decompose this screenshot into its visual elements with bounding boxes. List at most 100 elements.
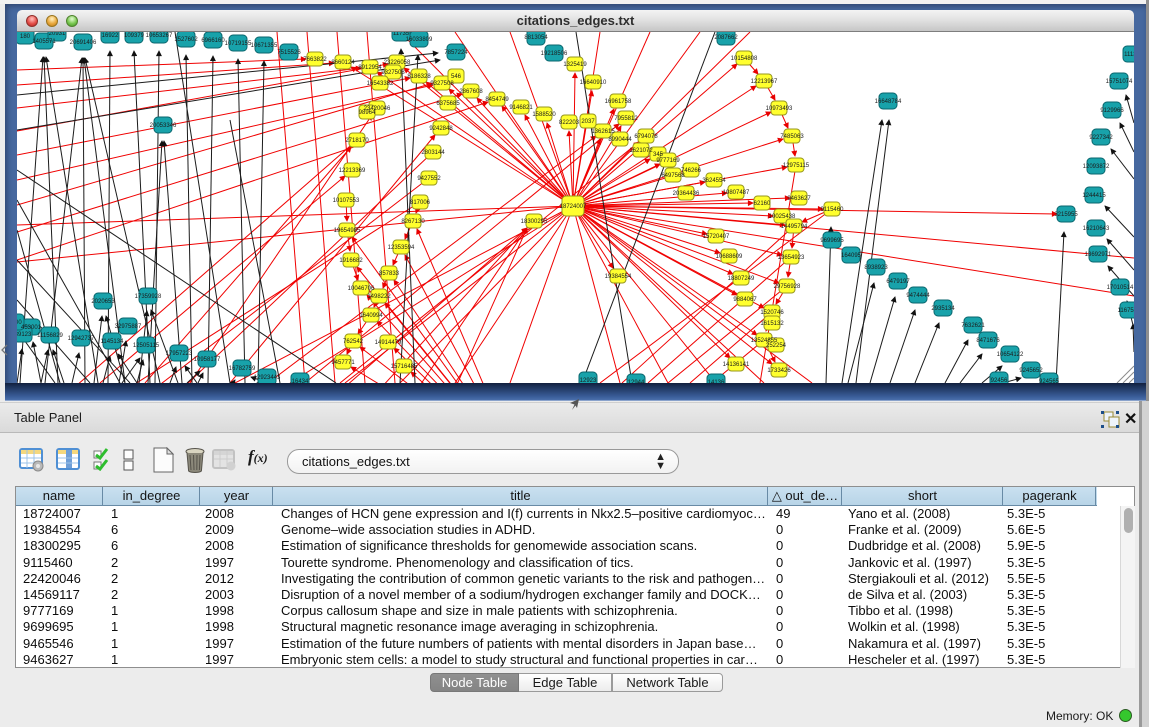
svg-text:19384554: 19384554 — [605, 274, 632, 280]
svg-text:8660124: 8660124 — [331, 60, 355, 66]
svg-text:453001: 453001 — [21, 325, 42, 331]
svg-text:9245652: 9245652 — [1019, 368, 1043, 374]
svg-text:1733426: 1733426 — [767, 368, 791, 374]
svg-text:8267130: 8267130 — [401, 219, 425, 225]
svg-text:1325419: 1325419 — [563, 62, 587, 68]
svg-text:2935134: 2935134 — [931, 306, 955, 312]
svg-text:16434: 16434 — [292, 379, 309, 383]
svg-text:29756928: 29756928 — [774, 284, 801, 290]
svg-text:1167534: 1167534 — [1118, 308, 1134, 314]
svg-text:924565: 924565 — [1039, 379, 1060, 383]
svg-text:16640910: 16640910 — [580, 80, 607, 86]
svg-text:13654923: 13654923 — [778, 255, 805, 261]
svg-text:20691406: 20691406 — [70, 40, 97, 46]
svg-text:546: 546 — [451, 74, 462, 80]
svg-text:10958177: 10958177 — [194, 357, 221, 363]
svg-text:6966160: 6966160 — [201, 38, 225, 44]
svg-text:1405571: 1405571 — [32, 39, 56, 45]
svg-text:822203: 822203 — [559, 120, 580, 126]
svg-text:3215955: 3215955 — [1054, 212, 1078, 218]
svg-text:18724007: 18724007 — [560, 204, 587, 210]
svg-text:817006: 817006 — [410, 200, 431, 206]
svg-text:2020653: 2020653 — [91, 299, 115, 305]
svg-text:16922: 16922 — [102, 33, 119, 39]
svg-text:10154808: 10154808 — [731, 56, 758, 62]
svg-text:16782759: 16782759 — [229, 366, 256, 372]
svg-text:1916682: 1916682 — [339, 258, 363, 264]
svg-text:17957223: 17957223 — [166, 351, 193, 357]
svg-text:12942737: 12942737 — [68, 336, 95, 342]
svg-text:9129966: 9129966 — [1100, 108, 1124, 114]
svg-text:9777169: 9777169 — [656, 158, 680, 164]
svg-text:9327508: 9327508 — [381, 70, 405, 76]
svg-text:19218506: 19218506 — [541, 51, 568, 57]
svg-text:10654122: 10654122 — [997, 352, 1024, 358]
svg-text:62160: 62160 — [754, 201, 771, 207]
svg-text:8186328: 8186328 — [407, 74, 431, 80]
svg-text:12353594: 12353594 — [388, 245, 415, 251]
svg-text:14495794: 14495794 — [781, 224, 808, 230]
svg-text:762542: 762542 — [343, 339, 364, 345]
svg-text:12093872: 12093872 — [1083, 164, 1110, 170]
svg-text:12923: 12923 — [580, 378, 597, 383]
svg-text:19654985: 19654985 — [334, 228, 361, 234]
svg-text:10719155: 10719155 — [225, 41, 252, 47]
svg-text:3624554: 3624554 — [702, 178, 726, 184]
svg-text:9327508: 9327508 — [430, 81, 454, 87]
svg-text:1520746: 1520746 — [760, 310, 784, 316]
svg-text:14914479: 14914479 — [375, 340, 402, 346]
svg-text:16210643: 16210643 — [1083, 226, 1110, 232]
svg-text:10653267: 10653267 — [146, 33, 173, 39]
svg-text:180: 180 — [20, 34, 31, 40]
svg-text:9427552: 9427552 — [417, 176, 441, 182]
svg-text:8454749: 8454749 — [485, 97, 509, 103]
svg-text:2718170: 2718170 — [345, 138, 369, 144]
svg-text:109379: 109379 — [124, 33, 145, 39]
svg-text:16648784: 16648784 — [875, 99, 902, 105]
svg-text:18807249: 18807249 — [728, 276, 755, 282]
svg-text:2867608: 2867608 — [459, 89, 483, 95]
svg-text:12213369: 12213369 — [339, 168, 366, 174]
svg-text:1640994: 1640994 — [359, 313, 383, 319]
svg-text:252254: 252254 — [766, 343, 787, 349]
svg-text:16961758: 16961758 — [605, 99, 632, 105]
svg-text:8912954: 8912954 — [358, 65, 382, 71]
svg-text:857833: 857833 — [379, 271, 400, 277]
svg-text:15716485: 15716485 — [391, 364, 418, 370]
svg-text:10025438: 10025438 — [769, 214, 796, 220]
svg-text:13692971: 13692971 — [1085, 252, 1112, 258]
svg-text:15720407: 15720407 — [703, 234, 730, 240]
svg-text:1244415: 1244415 — [1082, 193, 1106, 199]
svg-text:10807487: 10807487 — [723, 190, 750, 196]
svg-text:6479197: 6479197 — [886, 279, 910, 285]
svg-text:9227342: 9227342 — [1089, 135, 1113, 141]
svg-text:23226058: 23226058 — [384, 60, 411, 66]
svg-text:20931: 20931 — [49, 32, 66, 37]
svg-text:1621072: 1621072 — [629, 148, 653, 154]
svg-text:39123: 39123 — [17, 332, 32, 338]
svg-text:16543382: 16543382 — [367, 81, 394, 87]
svg-text:12213967: 12213967 — [751, 79, 778, 85]
svg-text:15751074: 15751074 — [1106, 79, 1133, 85]
svg-text:6375685: 6375685 — [436, 101, 460, 107]
svg-text:6497568: 6497568 — [661, 173, 685, 179]
svg-text:1615132: 1615132 — [760, 321, 784, 327]
svg-text:9699695: 9699695 — [820, 238, 844, 244]
svg-text:10688609: 10688609 — [716, 254, 743, 260]
svg-text:14136141: 14136141 — [723, 362, 750, 368]
svg-text:2803144: 2803144 — [421, 150, 445, 156]
svg-text:11132: 11132 — [1124, 52, 1134, 58]
svg-text:10671355: 10671355 — [251, 43, 278, 49]
svg-text:9146821: 9146821 — [509, 105, 533, 111]
svg-text:12944: 12944 — [628, 380, 645, 383]
svg-text:7857224: 7857224 — [444, 50, 468, 56]
svg-text:7632621: 7632621 — [961, 323, 985, 329]
svg-text:7485063: 7485063 — [780, 134, 804, 140]
svg-text:18300295: 18300295 — [521, 219, 548, 225]
svg-text:12505115: 12505115 — [133, 343, 160, 349]
svg-text:2087662: 2087662 — [714, 35, 738, 41]
svg-text:12923443: 12923443 — [254, 375, 281, 381]
svg-text:1498222: 1498222 — [367, 294, 391, 300]
svg-text:10046706: 10046706 — [348, 286, 375, 292]
svg-text:9115460: 9115460 — [821, 207, 845, 213]
